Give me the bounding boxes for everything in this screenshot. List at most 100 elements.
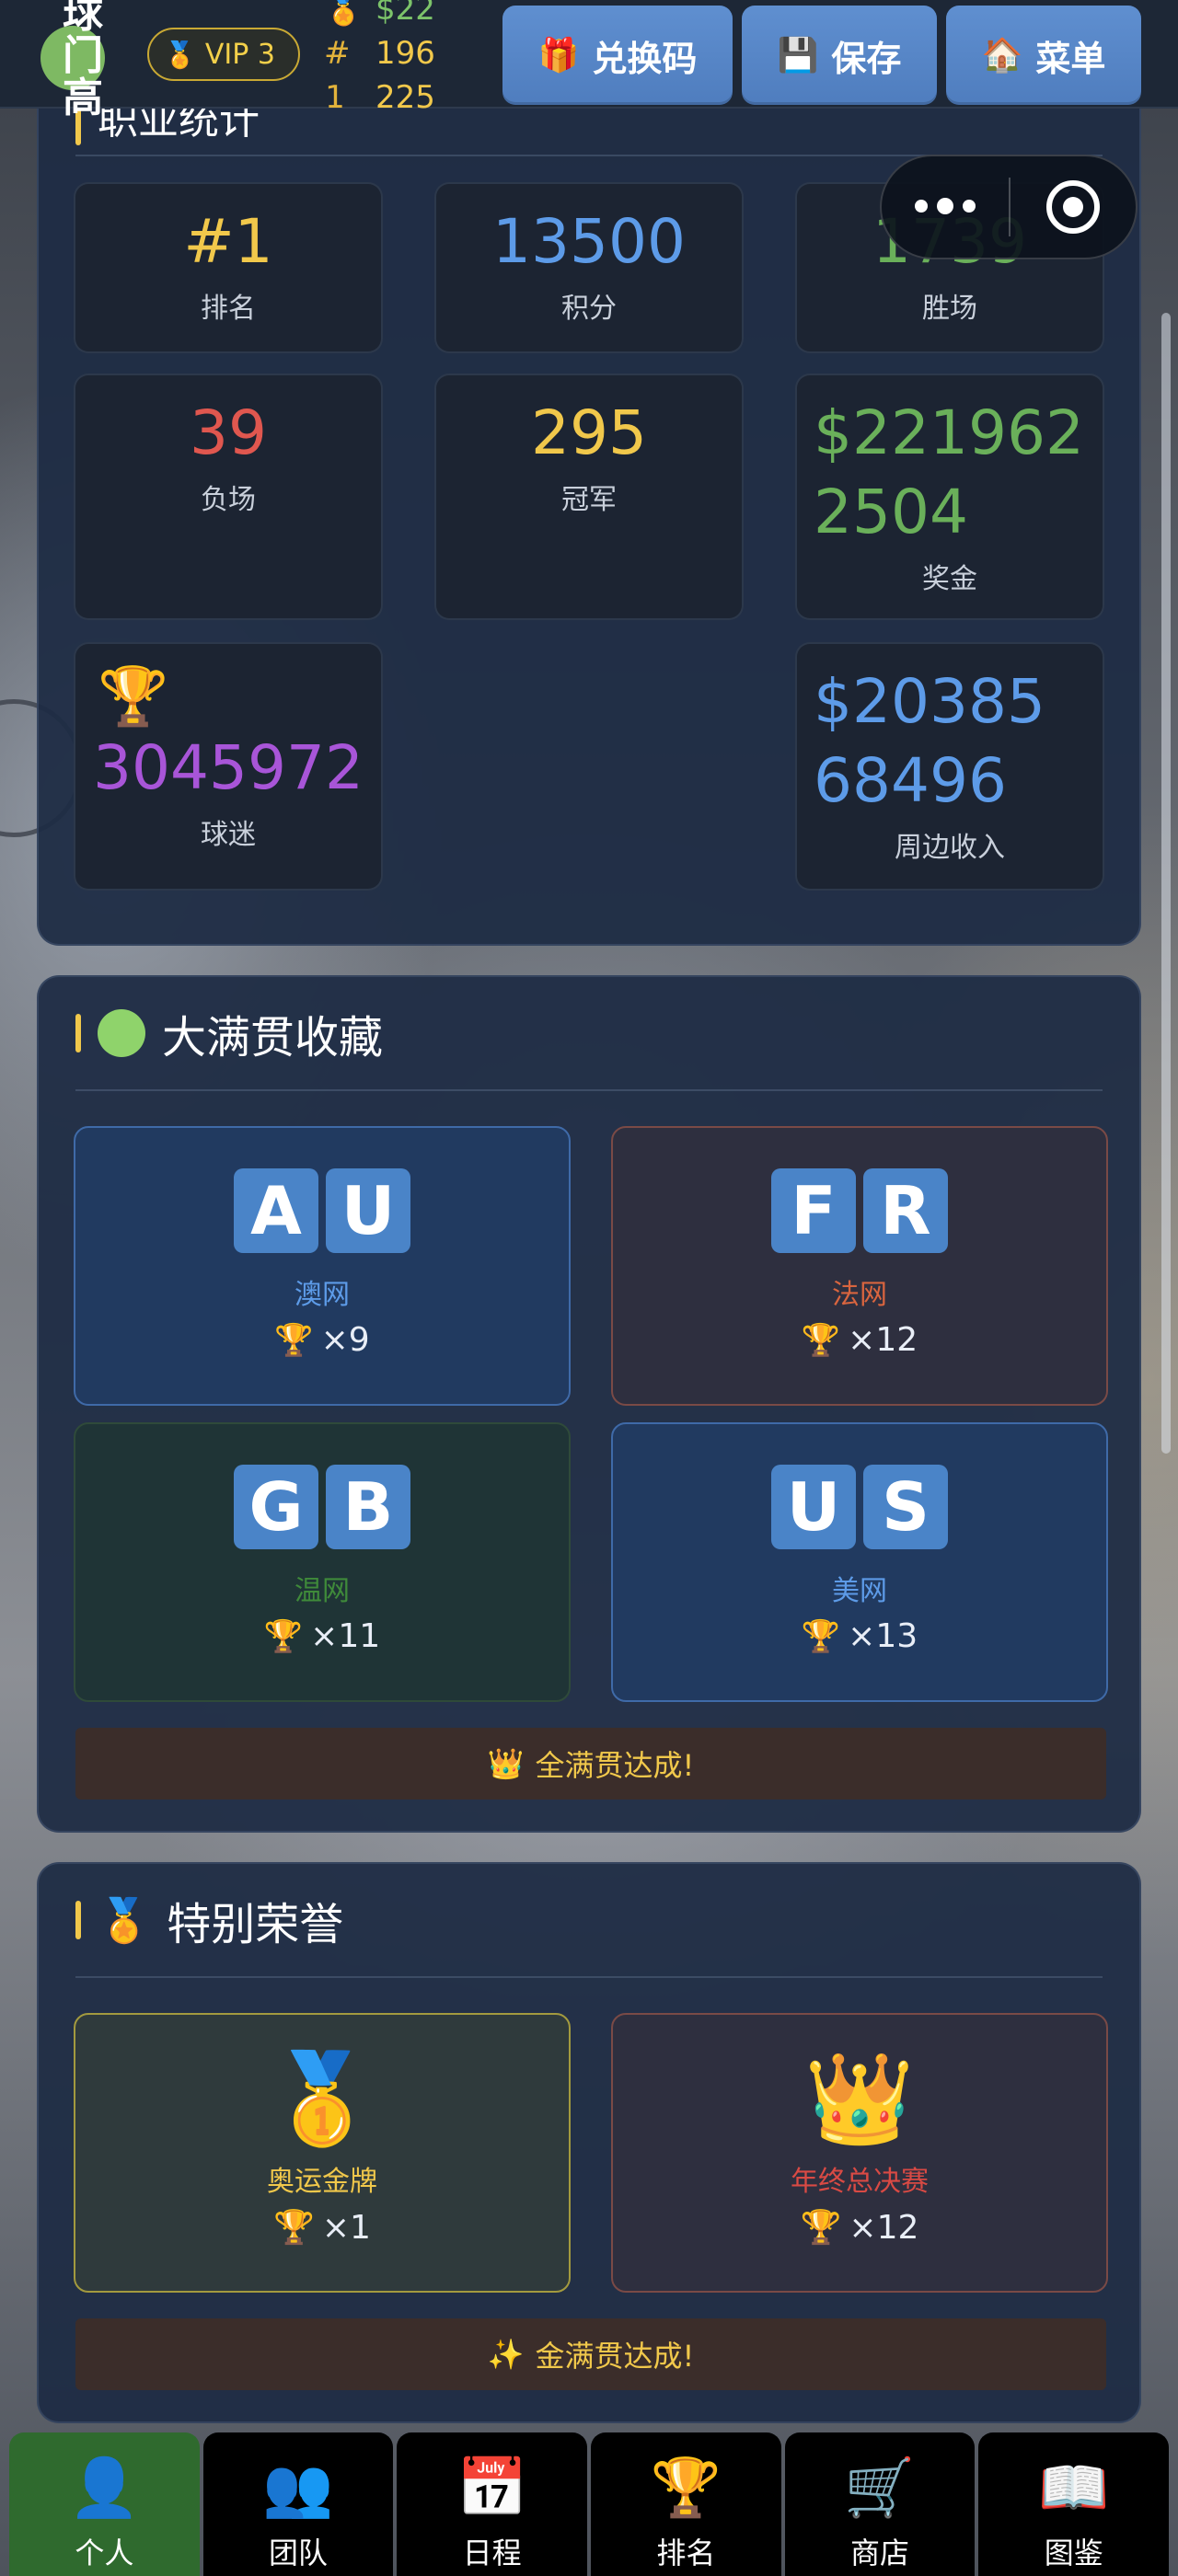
shopping-cart-icon: 🛒	[844, 2454, 916, 2521]
titles-value: 295	[531, 397, 647, 468]
bottom-navigation: 👤 个人 👥 团队 📅 日程 🏆 排名 🛒 商店 📖 图鉴	[9, 2432, 1170, 2576]
stat-prize-money: $221962 2504 奖金	[795, 374, 1104, 620]
nav-tab-team[interactable]: 👥 团队	[202, 2432, 394, 2576]
stat-merch-income: $20385 68496 周边收入	[795, 642, 1104, 891]
medal-icon: 🏅	[98, 1894, 151, 1945]
us-open-badge: U S	[613, 1465, 1106, 1549]
gift-icon: 🎁	[537, 37, 580, 75]
gold-medal-icon: 🥇	[267, 2047, 377, 2150]
calendar-icon: 📅	[456, 2454, 528, 2521]
top-bar: 球 门 高 🏅 VIP 3 🏅 $22 #196 1 225 🎁 兑换码 💾 保存 …	[0, 0, 1178, 120]
nav-label: 团队	[269, 2536, 329, 2570]
redeem-code-label: 兑换码	[592, 38, 698, 79]
home-icon: 🏠	[981, 37, 1023, 75]
scrollbar[interactable]	[1161, 313, 1171, 1454]
app-logo-text: 球 门 高	[63, 0, 103, 121]
trophy-icon: 🏆	[263, 1617, 304, 1655]
slam-card-french-open[interactable]: F R 法网 🏆 ×12	[611, 1126, 1108, 1406]
redeem-code-button[interactable]: 🎁 兑换码	[502, 6, 733, 105]
badge-letter: F	[771, 1168, 856, 1253]
rank-icon: #	[324, 35, 351, 72]
nav-tab-profile[interactable]: 👤 个人	[9, 2432, 200, 2576]
honor-card-year-end-finals[interactable]: 👑 年终总决赛 🏆 ×12	[611, 2013, 1108, 2293]
crown-icon: 👑	[804, 2047, 915, 2150]
person-icon: 👤	[68, 2454, 140, 2521]
nav-label: 日程	[462, 2536, 522, 2570]
prize-money-label: 奖金	[922, 563, 977, 595]
money-value: $22	[375, 0, 435, 28]
more-options-icon[interactable]	[882, 198, 1009, 214]
vip-level: VIP 3	[204, 38, 275, 71]
prize-money-value-line1: $221962	[814, 397, 1084, 468]
badge-letter: S	[863, 1465, 948, 1549]
nav-tab-rankings[interactable]: 🏆 排名	[591, 2432, 781, 2576]
vip-badge[interactable]: 🏅 VIP 3	[147, 28, 300, 81]
honor-name: 年终总决赛	[791, 2166, 929, 2198]
slam-name: 美网	[832, 1575, 887, 1607]
stat-titles: 295 冠军	[434, 374, 744, 620]
save-label: 保存	[831, 38, 902, 79]
golden-slam-banner: ✨ 金满贯达成!	[75, 2318, 1106, 2390]
book-icon: 📖	[1038, 2454, 1110, 2521]
honor-card-olympic-gold[interactable]: 🥇 奥运金牌 🏆 ×1	[74, 2013, 571, 2293]
nav-tab-collection[interactable]: 📖 图鉴	[978, 2432, 1170, 2576]
slam-count-value: ×9	[320, 1321, 370, 1359]
slam-card-wimbledon[interactable]: G B 温网 🏆 ×11	[74, 1422, 571, 1702]
rank-value: #1	[183, 206, 273, 277]
merch-income-value-line1: $20385	[814, 666, 1045, 737]
stat-losses: 39 负场	[74, 374, 383, 620]
points-value: 13500	[492, 206, 686, 277]
french-open-badge: F R	[613, 1168, 1106, 1253]
grand-slam-panel: 大满贯收藏 A U 澳网 🏆 ×9 F R 法网 🏆 ×12 G B 温网 🏆 ×11…	[37, 975, 1141, 1833]
mini-stats: 🏅 $22 #196 1 225	[324, 0, 435, 120]
titles-label: 冠军	[561, 484, 617, 516]
trophy-icon: 🏆	[801, 1321, 841, 1359]
slam-card-australian-open[interactable]: A U 澳网 🏆 ×9	[74, 1126, 571, 1406]
badge-letter: R	[863, 1168, 948, 1253]
miniprogram-capsule	[880, 155, 1138, 259]
team-icon: 👥	[262, 2454, 334, 2521]
losses-label: 负场	[201, 484, 256, 516]
accent-bar	[75, 1014, 81, 1052]
rank-value: 196	[375, 35, 435, 72]
merch-income-label: 周边收入	[895, 832, 1005, 864]
losses-value: 39	[190, 397, 267, 468]
menu-button[interactable]: 🏠 菜单	[946, 6, 1141, 105]
save-button[interactable]: 💾 保存	[742, 6, 937, 105]
honor-count: 🏆 ×1	[75, 2208, 569, 2248]
rank-label: 排名	[201, 293, 256, 325]
close-miniprogram-icon[interactable]	[1011, 180, 1136, 234]
slam-count: 🏆 ×9	[75, 1321, 569, 1359]
points-label: 积分	[561, 293, 617, 325]
slam-name: 法网	[832, 1279, 887, 1311]
sparkles-icon: ✨	[487, 2337, 525, 2372]
crown-icon: 👑	[487, 1746, 525, 1781]
fans-value: 3045972	[93, 732, 364, 803]
count-value: 225	[375, 79, 435, 116]
special-honors-title: 特别荣誉	[167, 1899, 344, 1950]
prize-money-value-line2: 2504	[814, 477, 968, 547]
nav-label: 排名	[656, 2536, 716, 2570]
slam-count-value: ×13	[848, 1617, 918, 1655]
nav-tab-shop[interactable]: 🛒 商店	[784, 2432, 976, 2576]
nav-label: 商店	[850, 2536, 910, 2570]
trophy-icon: 🏆	[650, 2454, 722, 2521]
nav-tab-schedule[interactable]: 📅 日程	[397, 2432, 588, 2576]
accent-bar	[75, 1901, 81, 1939]
floppy-disk-icon: 💾	[777, 37, 819, 75]
honor-count-value: ×12	[849, 2208, 919, 2247]
slam-count: 🏆 ×13	[613, 1617, 1106, 1655]
australian-open-badge: A U	[75, 1168, 569, 1253]
slam-count-value: ×12	[848, 1321, 918, 1359]
fans-label: 球迷	[201, 819, 256, 851]
medal-icon: 🏅	[164, 39, 196, 70]
career-slam-text: 全满贯达成!	[535, 1748, 695, 1783]
special-honors-header: 🏅 特别荣誉	[75, 1864, 1103, 1978]
grand-slam-title: 大满贯收藏	[162, 1012, 384, 1064]
slam-card-us-open[interactable]: U S 美网 🏆 ×13	[611, 1422, 1108, 1702]
slam-name: 澳网	[294, 1279, 350, 1311]
trophy-icon: 🏆	[801, 1617, 841, 1655]
nav-label: 个人	[75, 2536, 134, 2570]
stat-points: 13500 积分	[434, 182, 744, 353]
slam-count: 🏆 ×12	[613, 1321, 1106, 1359]
